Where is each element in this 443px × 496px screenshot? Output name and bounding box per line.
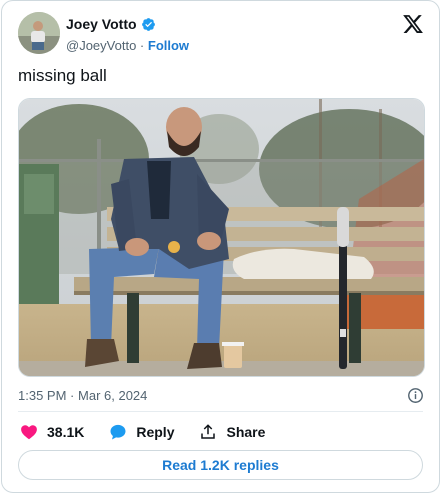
speech-bubble-icon: [110, 424, 126, 440]
share-arrow-icon: [201, 424, 216, 439]
like-count: 38.1K: [47, 424, 85, 440]
tweet-text: missing ball: [18, 66, 107, 85]
follow-button[interactable]: Follow: [148, 38, 189, 53]
like-button[interactable]: 38.1K: [20, 423, 84, 441]
tweet-card: Joey Votto @JoeyVotto · Follow missing b…: [1, 0, 440, 493]
reply-button[interactable]: Reply: [109, 423, 174, 441]
divider: [18, 411, 423, 412]
verified-badge-icon: [141, 17, 155, 31]
handle-separator: ·: [139, 38, 145, 53]
x-logo-icon[interactable]: [402, 13, 424, 35]
avatar-image: [18, 12, 60, 54]
reply-label: Reply: [136, 424, 175, 440]
author-avatar[interactable]: [18, 12, 60, 54]
heart-icon: [21, 425, 37, 440]
tweet-date: Mar 6, 2024: [78, 388, 148, 403]
author-name[interactable]: Joey Votto: [66, 16, 137, 32]
tweet-timestamp[interactable]: 1:35 PM · Mar 6, 2024: [18, 388, 147, 403]
share-label: Share: [226, 424, 266, 440]
photo-illustration: [19, 99, 424, 376]
engagement-bar: 38.1K Reply Share: [20, 423, 290, 441]
share-button[interactable]: Share: [199, 423, 265, 441]
tweet-time: 1:35 PM: [18, 388, 67, 403]
author-handle[interactable]: @JoeyVotto: [66, 38, 136, 53]
info-icon[interactable]: [407, 387, 424, 404]
date-separator: ·: [70, 388, 75, 403]
read-replies-button[interactable]: Read 1.2K replies: [18, 450, 423, 480]
tweet-photo[interactable]: [18, 98, 425, 377]
